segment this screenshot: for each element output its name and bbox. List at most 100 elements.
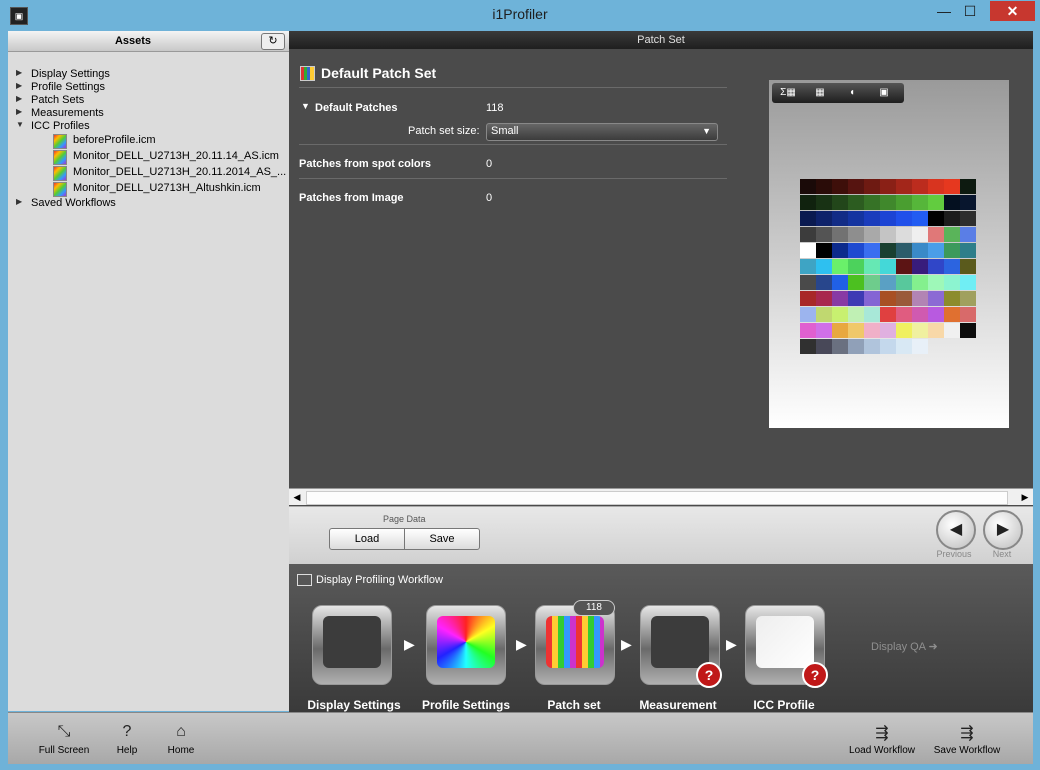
color-patch [896,323,912,338]
home-button[interactable]: Home [136,745,226,756]
color-patch [880,195,896,210]
arrow-right-icon: ▶ [621,636,632,652]
tree-item-patch-sets[interactable]: ▶ Patch Sets [8,94,289,107]
home-icon[interactable]: ⌂ [151,723,211,741]
color-patch [832,275,848,290]
tree-item-icc-profiles[interactable]: ▼ ICC Profiles [8,120,289,133]
color-patch [880,307,896,322]
expand-arrow-icon[interactable]: ▶ [16,197,22,206]
step-display-settings[interactable] [312,605,392,685]
color-patch [912,227,928,242]
color-patch [816,227,832,242]
assets-panel: Assets ↻ ▶ Display Settings ▶ Profile Se… [8,31,289,711]
warning-icon: ? [696,662,722,688]
load-workflow-button[interactable]: Load Workflow [837,745,927,756]
horizontal-scrollbar[interactable]: ◀ ▶ [289,488,1033,505]
close-button[interactable]: ✕ [990,1,1035,21]
spot-color-icon[interactable]: ◖ [838,85,866,101]
patch-set-size-value: Small [491,125,519,137]
scroll-thumb[interactable] [306,491,1008,505]
patch-preview: Σ▦ ▦ ◖ ▣ [769,80,1009,428]
color-patch [880,323,896,338]
color-patch [896,227,912,242]
load-workflow-icon[interactable]: ⇶ [852,723,912,743]
expand-arrow-icon[interactable]: ▶ [16,94,22,103]
color-patch [800,275,816,290]
panel-header: Patch Set [289,31,1033,49]
full-screen-icon[interactable]: ⤡ [34,723,94,741]
arrow-right-icon: ▶ [726,636,737,652]
monitor-icon [297,574,312,586]
save-workflow-button[interactable]: Save Workflow [922,745,1012,756]
scroll-right-icon[interactable]: ▶ [1017,489,1033,505]
collapse-arrow-icon[interactable]: ▼ [16,120,24,129]
patch-count-badge: 118 [573,600,615,616]
patch-set-size-select[interactable]: Small ▼ [486,123,718,141]
default-patches-label[interactable]: Default Patches [315,102,398,114]
color-patch [928,243,944,258]
tree-item-measurements[interactable]: ▶ Measurements [8,107,289,120]
display-qa-link[interactable]: Display QA ➜ [871,640,938,653]
expand-arrow-icon[interactable]: ▶ [16,68,22,77]
spot-colors-count: 0 [486,158,493,170]
color-patch [912,195,928,210]
arrow-right-icon: ▶ [516,636,527,652]
color-patch [832,339,848,354]
color-patch [816,275,832,290]
color-patch [864,211,880,226]
image-icon[interactable]: ▣ [870,85,898,101]
color-patch [832,243,848,258]
save-workflow-icon[interactable]: ⇶ [937,723,997,743]
grid-icon[interactable]: ▦ [806,85,834,101]
color-patch [912,339,928,354]
bottom-toolbar: ⤡ Full Screen ? Help ⌂ Home ⇶ Load Workf… [8,712,1033,764]
color-patch [944,243,960,258]
icc-file-item[interactable]: Monitor_DELL_U2713H_20.11.14_AS.icm [8,150,289,165]
sigma-grid-icon[interactable]: Σ▦ [774,85,802,101]
color-patch [928,211,944,226]
collapse-arrow-icon[interactable]: ▼ [301,101,310,111]
warning-icon: ? [802,662,828,688]
icc-file-item[interactable]: Monitor_DELL_U2713H_20.11.2014_AS_... [8,166,289,181]
next-button[interactable]: ▶ [983,510,1023,550]
color-patch [800,179,816,194]
color-patch [864,195,880,210]
color-patch [816,211,832,226]
page-data-bar: Page Data Load Save ◀ Previous ▶ Next [289,506,1033,565]
color-patch [944,323,960,338]
step-profile-settings[interactable] [426,605,506,685]
color-patch [912,179,928,194]
color-patch [960,195,976,210]
step-patch-set[interactable] [535,605,615,685]
tree-item-display-settings[interactable]: ▶ Display Settings [8,68,289,81]
color-patch [816,323,832,338]
color-patch [944,259,960,274]
icc-profile-icon [756,616,814,668]
preview-toolbar: Σ▦ ▦ ◖ ▣ [772,83,904,103]
color-patch [944,195,960,210]
color-patch [848,211,864,226]
tree-item-saved-workflows[interactable]: ▶ Saved Workflows [8,197,289,210]
previous-button[interactable]: ◀ [936,510,976,550]
tree-item-label: Saved Workflows [31,197,116,209]
help-icon[interactable]: ? [97,723,157,741]
scroll-left-icon[interactable]: ◀ [289,489,305,505]
next-label: Next [992,549,1012,559]
color-patch [848,179,864,194]
icc-file-item[interactable]: Monitor_DELL_U2713H_Altushkin.icm [8,182,289,197]
expand-arrow-icon[interactable]: ▶ [16,81,22,90]
assets-title: Assets [114,35,152,47]
tree-item-profile-settings[interactable]: ▶ Profile Settings [8,81,289,94]
color-patch [896,275,912,290]
save-button[interactable]: Save [404,528,480,550]
color-patch [880,259,896,274]
color-patch [800,307,816,322]
load-button[interactable]: Load [329,528,405,550]
icc-file-item[interactable]: beforeProfile.icm [8,134,289,149]
color-patch [928,195,944,210]
color-patch [944,307,960,322]
refresh-icon[interactable]: ↻ [261,33,285,50]
minimize-button[interactable]: — [931,1,957,21]
maximize-button[interactable]: ☐ [957,1,983,21]
expand-arrow-icon[interactable]: ▶ [16,107,22,116]
